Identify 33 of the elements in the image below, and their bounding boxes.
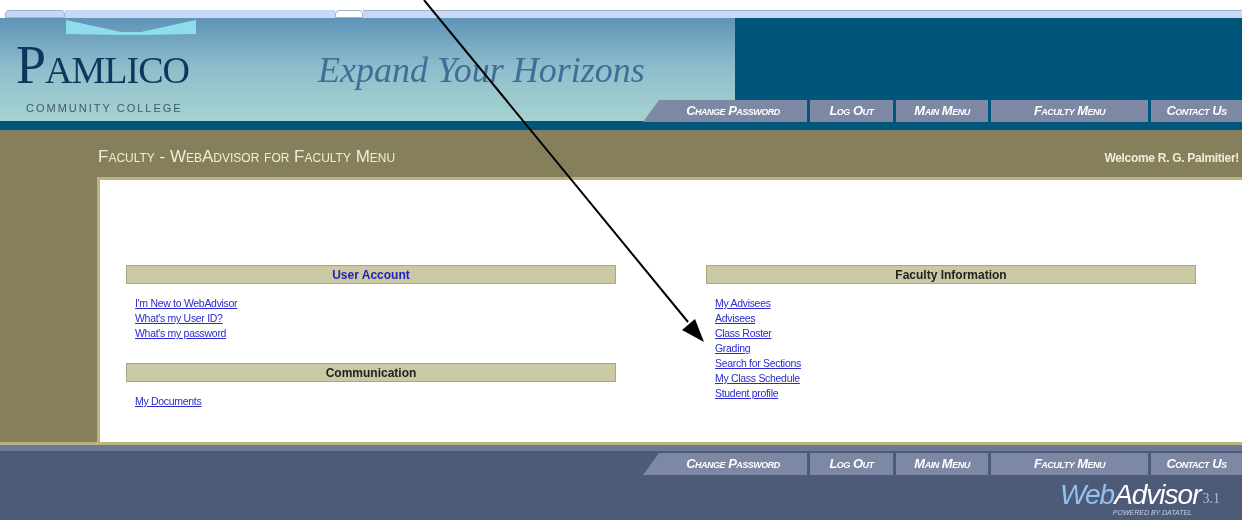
nav-tab[interactable]: Contact Us [1151, 100, 1242, 122]
menu-link[interactable]: My Documents [135, 394, 202, 409]
page-title: Faculty - WebAdvisor for Faculty Menu [98, 146, 396, 168]
menu-link[interactable]: Advisees [715, 311, 756, 326]
menu-link[interactable]: I'm New to WebAdvisor [135, 296, 238, 311]
webadvisor-logo-text: WebAdvisor [1060, 481, 1201, 509]
nav-tab[interactable]: Log Out [810, 100, 893, 122]
nav-tab[interactable]: Contact Us [1151, 453, 1242, 475]
version-number: 3.1 [1202, 491, 1220, 508]
nav-tab[interactable]: Faculty Menu [991, 453, 1148, 475]
section-header: Communication [126, 363, 616, 382]
menu-link[interactable]: Search for Sections [715, 356, 801, 371]
section-header: Faculty Information [706, 265, 1196, 284]
nav-tab[interactable]: Faculty Menu [991, 100, 1148, 122]
college-logo-text: Pamlico [16, 38, 189, 92]
browser-tab[interactable] [335, 10, 363, 18]
nav-tab[interactable]: Change Password [643, 453, 807, 475]
nav-tab[interactable]: Main Menu [896, 453, 988, 475]
menu-link[interactable]: My Class Schedule [715, 371, 800, 386]
menu-link[interactable]: Class Roster [715, 326, 772, 341]
menu-link[interactable]: My Advisees [715, 296, 771, 311]
menu-link[interactable]: What's my password [135, 326, 227, 341]
section-header: User Account [126, 265, 616, 284]
browser-tab[interactable] [5, 10, 65, 18]
nav-tab[interactable]: Main Menu [896, 100, 988, 122]
lighthouse-beam-icon [66, 20, 196, 36]
menu-link[interactable]: Student profile [715, 386, 779, 401]
welcome-message: Welcome R. G. Palmitier! [1104, 150, 1239, 167]
menu-link[interactable]: What's my User ID? [135, 311, 223, 326]
menu-link[interactable]: Grading [715, 341, 751, 356]
nav-tab[interactable]: Log Out [810, 453, 893, 475]
nav-tab[interactable]: Change Password [643, 100, 807, 122]
college-subtitle: COMMUNITY COLLEGE [26, 101, 183, 116]
